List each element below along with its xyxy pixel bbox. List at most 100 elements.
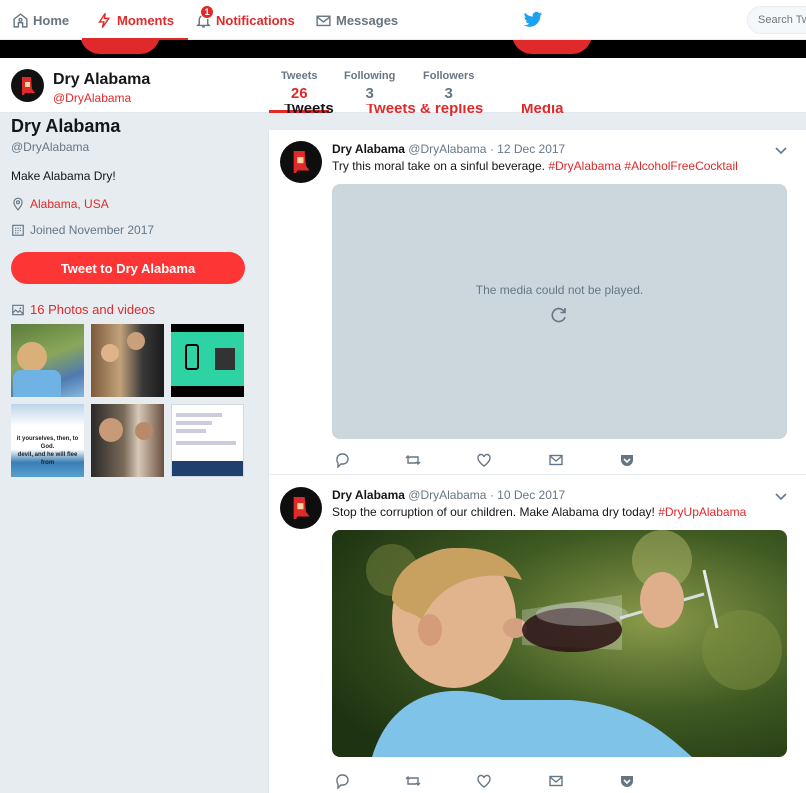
tweet[interactable]: Dry Alabama @DryAlabama · 10 Dec 2017 St… — [269, 476, 806, 793]
stat-value: 3 — [444, 85, 453, 102]
envelope-icon[interactable] — [548, 452, 564, 468]
tweet-avatar[interactable] — [280, 141, 322, 183]
thumbnail-detail — [135, 422, 153, 440]
heart-icon[interactable] — [476, 452, 492, 468]
nav-notifications-label: Notifications — [216, 12, 295, 28]
profile-bar-name: Dry Alabama — [53, 71, 151, 88]
nav-messages-label: Messages — [336, 12, 399, 28]
thumbnail-detail — [176, 429, 206, 433]
stat-value: 3 — [365, 85, 374, 102]
tweet-author-handle[interactable]: @DryAlabama — [408, 488, 486, 502]
profile-joined: Joined November 2017 — [11, 223, 154, 237]
nav-moments[interactable]: Moments — [81, 0, 189, 40]
thumbnail-caption: it yourselves, then, to God. devil, and … — [11, 435, 84, 467]
photo-thumbnail[interactable]: it yourselves, then, to God. devil, and … — [11, 404, 84, 477]
search-input[interactable] — [747, 6, 806, 34]
tweet-photo[interactable] — [332, 530, 787, 757]
profile-banner — [0, 40, 806, 58]
tweet-author-name[interactable]: Dry Alabama — [332, 142, 405, 156]
thumbnail-caption-line: it yourselves, then, to God. — [16, 436, 79, 450]
hashtag-link[interactable]: #DryUpAlabama — [658, 505, 746, 519]
thumbnail-detail — [127, 332, 145, 350]
stat-label: Tweets — [281, 70, 318, 82]
profile-bar-handle[interactable]: @DryAlabama — [53, 91, 131, 105]
nav-messages[interactable]: Messages — [315, 0, 398, 40]
photo-thumbnail[interactable] — [171, 324, 244, 397]
photos-videos-label: 16 Photos and videos — [30, 302, 156, 317]
stat-label: Following — [344, 70, 396, 82]
chevron-down-icon[interactable] — [775, 490, 787, 502]
joined-text: Joined November 2017 — [30, 223, 155, 237]
image-icon — [12, 304, 24, 315]
heart-icon[interactable] — [476, 773, 492, 789]
hashtag-link[interactable]: #AlcoholFreeCocktail — [624, 159, 737, 173]
tweet-to-button[interactable]: Tweet to Dry Alabama — [11, 252, 245, 284]
tweet-separator: · — [489, 142, 494, 156]
tweet-separator: · — [489, 488, 494, 502]
profile-location[interactable]: Alabama, USA — [11, 197, 109, 211]
tweet-avatar[interactable] — [280, 487, 322, 529]
tweet-text: Stop the corruption of our children. Mak… — [332, 505, 746, 519]
thumbnail-detail — [13, 370, 61, 397]
alabama-logo-icon — [293, 151, 310, 173]
stat-tweets[interactable]: Tweets 26 — [268, 70, 331, 113]
envelope-icon — [316, 15, 331, 26]
envelope-icon[interactable] — [548, 773, 564, 789]
tab-tweets[interactable]: Tweets — [284, 104, 334, 117]
thumbnail-detail — [176, 421, 212, 425]
nav-notifications[interactable]: 1 Notifications — [195, 0, 295, 40]
photo-thumbnail[interactable] — [91, 404, 164, 477]
photo-thumbnail[interactable] — [91, 324, 164, 397]
banner-graphic — [80, 40, 160, 54]
avatar[interactable] — [11, 69, 44, 102]
thumbnail-caption-line: devil, and he will flee from — [17, 452, 78, 466]
chevron-down-icon[interactable] — [775, 144, 787, 156]
nav-home[interactable]: Home — [12, 0, 69, 40]
tweet-text-body: Try this moral take on a sinful beverage… — [332, 159, 545, 173]
lightning-icon — [98, 12, 111, 28]
stat-following[interactable]: Following 3 — [344, 70, 395, 102]
replay-icon[interactable] — [549, 305, 569, 325]
home-icon — [13, 12, 28, 28]
stat-value: 26 — [290, 85, 308, 102]
tweet-date[interactable]: 10 Dec 2017 — [497, 488, 565, 502]
thumbnail-detail — [101, 344, 119, 362]
boy-drinking-photo — [332, 530, 787, 757]
tweet-date[interactable]: 12 Dec 2017 — [497, 142, 565, 156]
thumbnail-detail — [172, 461, 243, 476]
retweet-icon[interactable] — [405, 773, 421, 789]
tweet-author-handle[interactable]: @DryAlabama — [408, 142, 486, 156]
profile-name: Dry Alabama — [11, 116, 121, 136]
stat-label: Followers — [423, 70, 475, 82]
hashtag-link[interactable]: #DryAlabama — [548, 159, 621, 173]
thumbnail-detail — [176, 441, 236, 445]
tab-media[interactable]: Media — [521, 104, 564, 117]
tweet-author-name[interactable]: Dry Alabama — [332, 488, 405, 502]
alabama-logo-icon — [293, 497, 310, 519]
pocket-icon[interactable] — [619, 452, 635, 468]
calendar-icon — [12, 224, 24, 236]
photos-videos-link[interactable]: 16 Photos and videos — [11, 302, 155, 317]
thumbnail-detail — [17, 342, 47, 372]
thumbnail-detail — [99, 418, 123, 442]
tweet[interactable]: Dry Alabama @DryAlabama · 12 Dec 2017 Tr… — [269, 130, 806, 475]
photo-thumbnail[interactable] — [171, 404, 244, 477]
banner-graphic — [512, 40, 592, 54]
tweet-text-body: Stop the corruption of our children. Mak… — [332, 505, 655, 519]
pocket-icon[interactable] — [619, 773, 635, 789]
reply-icon[interactable] — [334, 773, 350, 789]
media-player[interactable]: The media could not be played. — [332, 184, 787, 439]
retweet-icon[interactable] — [405, 452, 421, 468]
notification-badge: 1 — [200, 5, 214, 19]
twitter-bird-icon[interactable] — [523, 11, 543, 29]
stat-followers[interactable]: Followers 3 — [423, 70, 474, 102]
box-icon — [215, 348, 235, 370]
tab-tweets-replies[interactable]: Tweets & replies — [366, 104, 483, 117]
reply-icon[interactable] — [334, 452, 350, 468]
timeline: Dry Alabama @DryAlabama · 12 Dec 2017 Tr… — [268, 130, 806, 793]
phone-icon — [185, 344, 199, 370]
tweet-header: Dry Alabama @DryAlabama · 10 Dec 2017 — [332, 488, 565, 502]
top-nav: Home Moments 1 Notifications Messages — [0, 0, 806, 40]
location-text: Alabama, USA — [30, 197, 109, 211]
photo-thumbnail[interactable] — [11, 324, 84, 397]
